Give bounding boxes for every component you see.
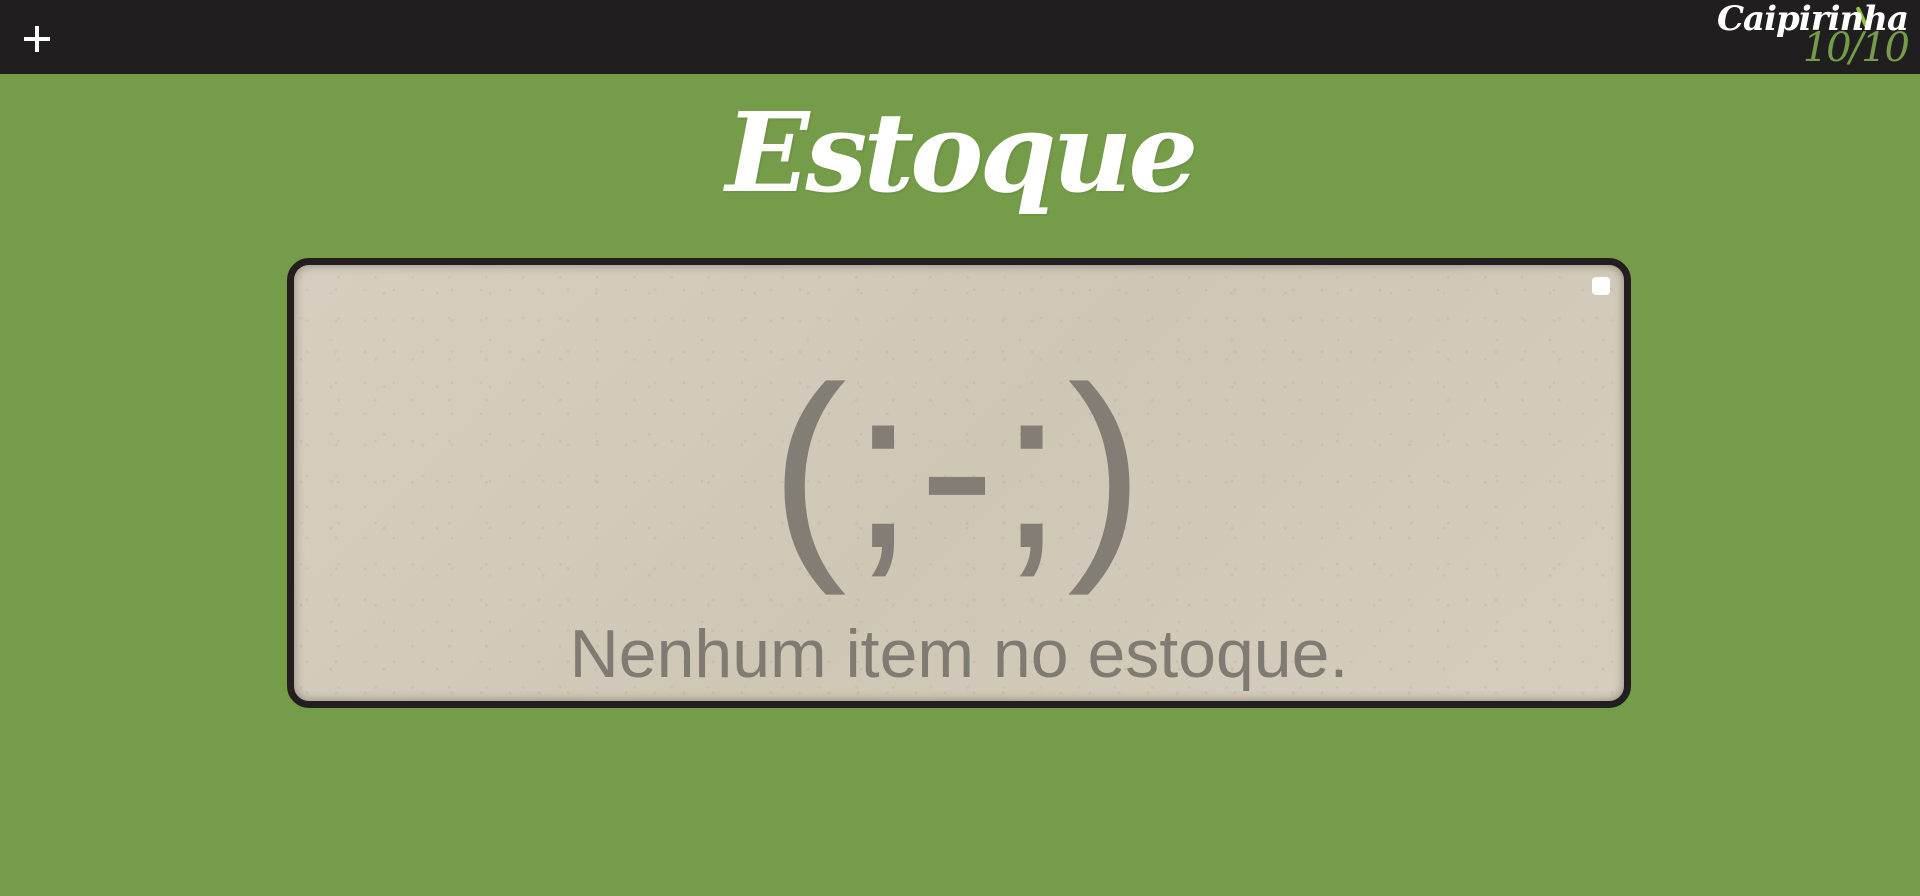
app-logo: Caipirinha 10/10 <box>1717 0 1910 74</box>
logo-score: 10/10 <box>1802 25 1910 71</box>
plus-icon <box>24 26 50 52</box>
select-all-checkbox[interactable] <box>1592 277 1610 295</box>
empty-state-message: Nenhum item no estoque. <box>569 616 1349 692</box>
empty-state-emoticon: (;-;) <box>770 339 1148 596</box>
add-item-button[interactable] <box>18 20 56 58</box>
page-title: Estoque <box>725 88 1199 217</box>
stock-panel: (;-;) Nenhum item no estoque. <box>287 258 1631 708</box>
top-bar: Caipirinha 10/10 <box>0 0 1920 74</box>
